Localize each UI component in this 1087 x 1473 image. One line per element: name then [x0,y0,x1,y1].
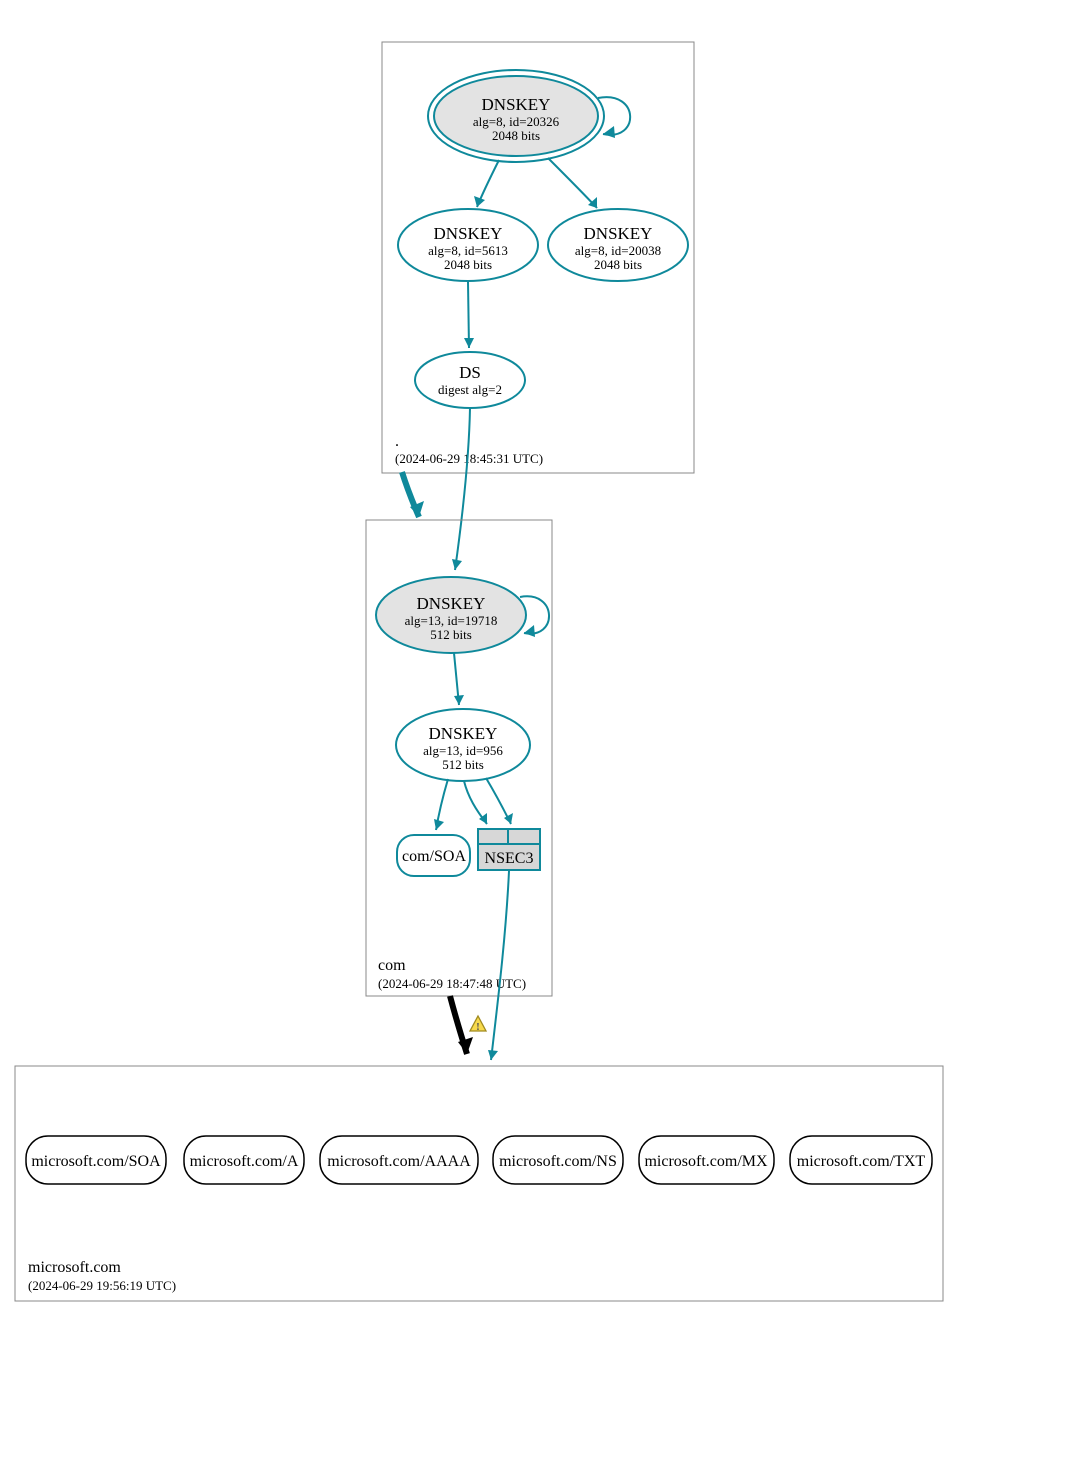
com-ksk-l2: alg=13, id=19718 [405,613,498,628]
rr-txt[interactable]: microsoft.com/TXT [790,1136,932,1184]
zone-ms-ts: (2024-06-29 19:56:19 UTC) [28,1278,176,1293]
edge-nsec3-to-microsoft [491,871,509,1060]
zone-ms-name: microsoft.com [28,1259,121,1276]
rr-ns[interactable]: microsoft.com/NS [493,1136,623,1184]
node-com-zsk[interactable]: DNSKEY alg=13, id=956 512 bits [396,709,530,781]
root-zsk2-l2: alg=8, id=20038 [575,243,661,258]
rr-mx[interactable]: microsoft.com/MX [639,1136,774,1184]
root-zsk2-title: DNSKEY [584,224,653,243]
svg-text:microsoft.com/A: microsoft.com/A [190,1153,299,1170]
root-ksk-l3: 2048 bits [492,128,540,143]
svg-text:microsoft.com/AAAA: microsoft.com/AAAA [327,1153,471,1170]
com-ksk-l3: 512 bits [430,627,472,642]
node-com-nsec3[interactable]: NSEC3 [478,829,540,870]
svg-text:microsoft.com/SOA: microsoft.com/SOA [31,1153,161,1170]
dnssec-graph: . (2024-06-29 18:45:31 UTC) DNSKEY alg=8… [0,0,1087,1473]
svg-text:microsoft.com/TXT: microsoft.com/TXT [797,1153,926,1170]
warning-icon[interactable]: ! [470,1016,486,1033]
root-zsk1-l2: alg=8, id=5613 [428,243,508,258]
svg-text:!: ! [476,1021,480,1033]
node-com-soa[interactable]: com/SOA [397,835,470,876]
zone-com-name: com [378,957,406,974]
root-zsk2-l3: 2048 bits [594,257,642,272]
zone-com: com (2024-06-29 18:47:48 UTC) DNSKEY alg… [366,520,552,996]
root-zsk1-title: DNSKEY [434,224,503,243]
root-ksk-title: DNSKEY [482,95,551,114]
edge-ds-to-com-ksk [455,408,470,570]
root-ds-l2: digest alg=2 [438,382,502,397]
svg-text:microsoft.com/NS: microsoft.com/NS [499,1153,617,1170]
com-zsk-l3: 512 bits [442,757,484,772]
com-zsk-title: DNSKEY [429,724,498,743]
com-nsec3-label: NSEC3 [485,850,534,867]
node-root-zsk1[interactable]: DNSKEY alg=8, id=5613 2048 bits [398,209,538,281]
node-root-ds[interactable]: DS digest alg=2 [415,352,525,408]
zone-microsoft: microsoft.com (2024-06-29 19:56:19 UTC) … [15,1066,943,1301]
zone-com-ts: (2024-06-29 18:47:48 UTC) [378,976,526,991]
node-com-ksk[interactable]: DNSKEY alg=13, id=19718 512 bits [376,577,526,653]
com-ksk-title: DNSKEY [417,594,486,613]
com-zsk-l2: alg=13, id=956 [423,743,503,758]
zone-root-name: . [395,433,399,450]
node-root-zsk2[interactable]: DNSKEY alg=8, id=20038 2048 bits [548,209,688,281]
root-ksk-l2: alg=8, id=20326 [473,114,560,129]
svg-text:microsoft.com/MX: microsoft.com/MX [644,1153,768,1170]
zone-root-ts: (2024-06-29 18:45:31 UTC) [395,451,543,466]
rr-soa[interactable]: microsoft.com/SOA [26,1136,166,1184]
com-soa-label: com/SOA [402,848,466,865]
rr-aaaa[interactable]: microsoft.com/AAAA [320,1136,478,1184]
root-zsk1-l3: 2048 bits [444,257,492,272]
rr-a[interactable]: microsoft.com/A [184,1136,304,1184]
zone-root: . (2024-06-29 18:45:31 UTC) DNSKEY alg=8… [382,42,694,473]
node-root-ksk[interactable]: DNSKEY alg=8, id=20326 2048 bits [428,70,604,162]
root-ds-title: DS [459,363,481,382]
